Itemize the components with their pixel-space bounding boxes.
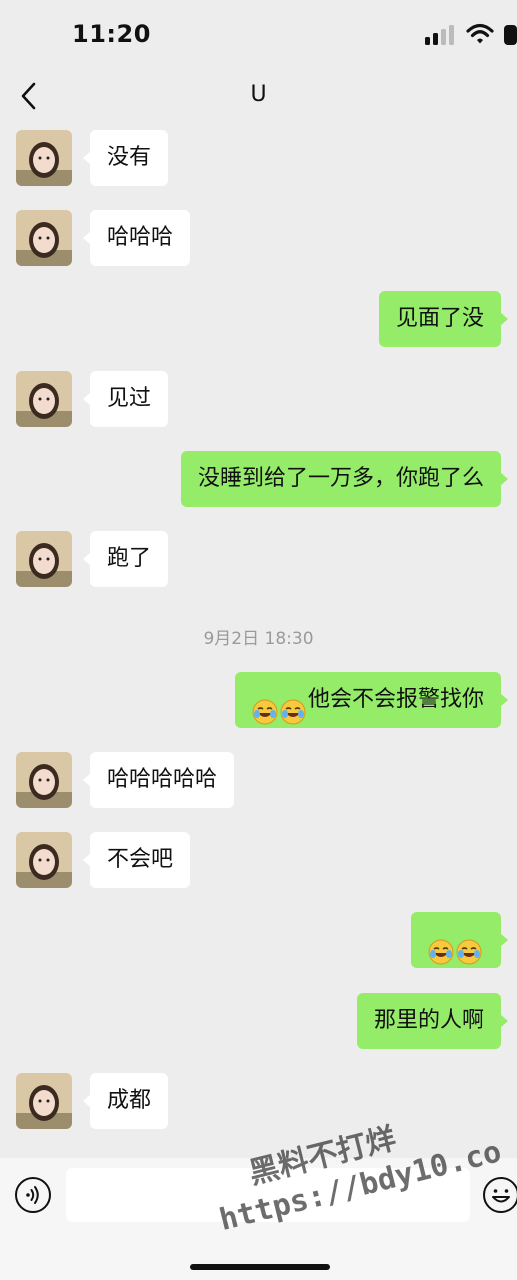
contact-avatar[interactable] xyxy=(16,531,72,587)
cellular-signal-icon xyxy=(425,25,454,45)
message-timestamp: 9月2日 18:30 xyxy=(203,629,314,649)
message-row xyxy=(0,912,517,968)
contact-avatar[interactable] xyxy=(16,371,72,427)
chat-header: U xyxy=(0,66,517,126)
battery-icon xyxy=(504,25,517,45)
face-with-tears-of-joy-icon xyxy=(456,939,482,965)
message-bubble[interactable]: 不会吧 xyxy=(82,832,191,888)
contact-avatar[interactable] xyxy=(16,130,72,186)
home-indicator xyxy=(190,1264,330,1270)
message-text: 他会不会报警找你 xyxy=(307,687,484,712)
voice-input-icon[interactable] xyxy=(14,1176,52,1214)
contact-avatar[interactable] xyxy=(16,752,72,808)
message-row: 没睡到给了一万多，你跑了么 xyxy=(0,451,517,507)
message-row: 成都 xyxy=(0,1073,517,1129)
face-with-tears-of-joy-icon xyxy=(252,699,278,725)
message-bubble[interactable]: 跑了 xyxy=(82,531,169,587)
message-bubble[interactable]: 那里的人啊 xyxy=(356,993,509,1049)
chat-title: U xyxy=(250,82,267,107)
message-bubble[interactable] xyxy=(411,912,508,968)
face-with-tears-of-joy-icon xyxy=(280,699,306,725)
message-bubble[interactable]: 成都 xyxy=(82,1073,169,1129)
message-bubble[interactable]: 见面了没 xyxy=(378,291,509,347)
message-bubble[interactable]: 没睡到给了一万多，你跑了么 xyxy=(180,451,509,507)
message-bubble[interactable]: 没有 xyxy=(82,130,169,186)
message-row: 哈哈哈 xyxy=(0,210,517,266)
message-bubble[interactable]: 哈哈哈 xyxy=(82,210,191,266)
status-time: 11:20 xyxy=(72,20,151,48)
wifi-icon xyxy=(466,23,494,44)
message-row: 见过 xyxy=(0,371,517,427)
message-row: 没有 xyxy=(0,130,517,186)
contact-avatar[interactable] xyxy=(16,832,72,888)
message-row: 见面了没 xyxy=(0,291,517,347)
face-with-tears-of-joy-icon xyxy=(428,939,454,965)
message-row: 那里的人啊 xyxy=(0,993,517,1049)
message-row: 他会不会报警找你 xyxy=(0,672,517,728)
message-input[interactable] xyxy=(66,1168,470,1222)
emoji-group xyxy=(252,684,308,725)
emoji-picker-icon[interactable] xyxy=(482,1176,517,1214)
message-row: 哈哈哈哈哈 xyxy=(0,752,517,808)
contact-avatar[interactable] xyxy=(16,1073,72,1129)
contact-avatar[interactable] xyxy=(16,210,72,266)
message-bubble[interactable]: 见过 xyxy=(82,371,169,427)
chat-input-bar xyxy=(0,1158,517,1280)
emoji-group xyxy=(428,924,484,965)
message-bubble[interactable]: 他会不会报警找你 xyxy=(234,672,509,728)
status-bar: 11:20 xyxy=(0,0,517,66)
message-bubble[interactable]: 哈哈哈哈哈 xyxy=(82,752,235,808)
message-row: 不会吧 xyxy=(0,832,517,888)
message-row: 跑了 xyxy=(0,531,517,587)
